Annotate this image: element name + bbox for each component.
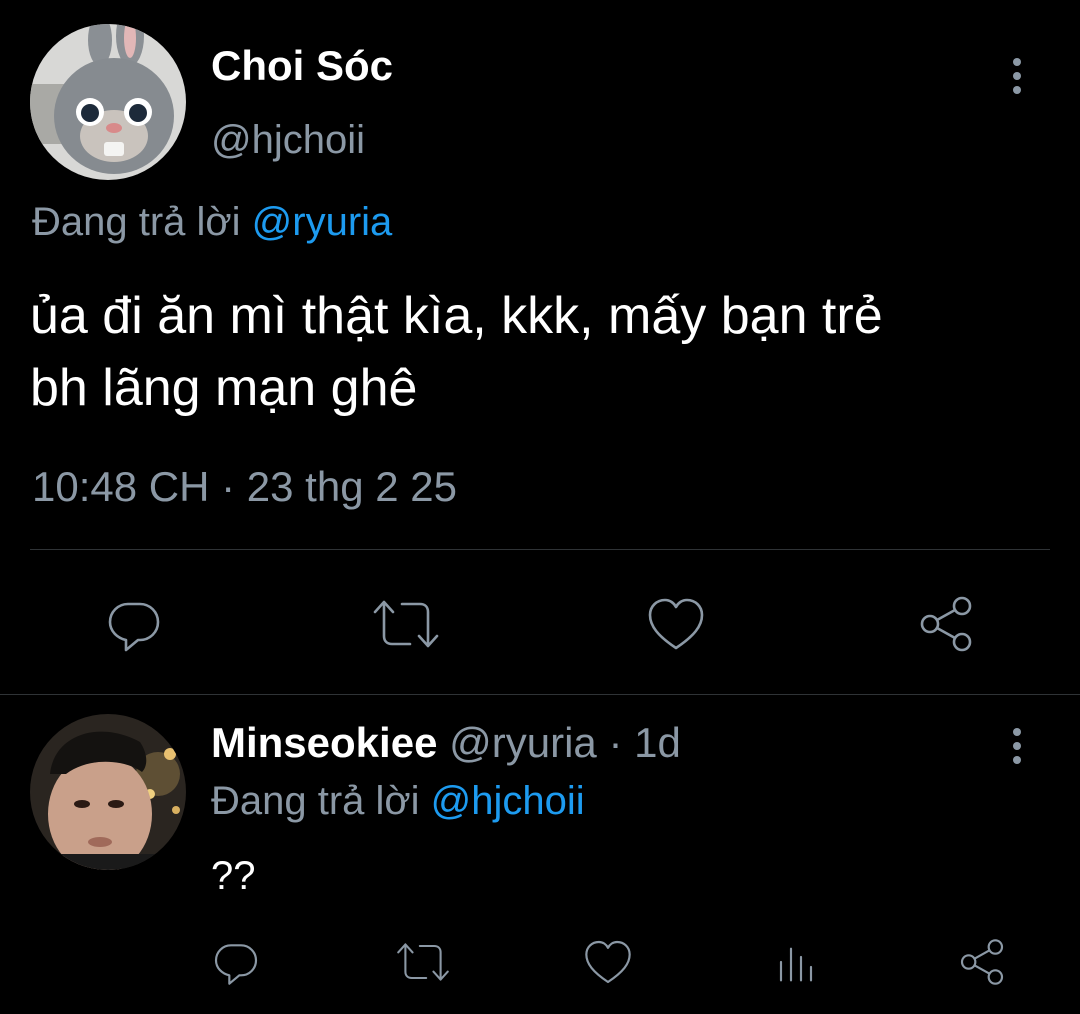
reply-tweet-header: Minseokiee @ryuria · 1d [211, 718, 681, 768]
main-tweet-handle[interactable]: @hjchoii [211, 116, 365, 164]
main-tweet-text-line2: bh lãng mạn ghê [30, 359, 418, 417]
like-icon [585, 940, 631, 984]
reply-tweet-text: ?? [211, 854, 256, 898]
reply-tweet-reply-button[interactable] [206, 934, 266, 990]
main-tweet-timestamp[interactable]: 10:48 CH · 23 thg 2 25 [32, 462, 457, 512]
reply-tweet-display-name[interactable]: Minseokiee [211, 719, 437, 766]
main-tweet-text-line1: ủa đi ăn mì thật kìa, kkk, mấy bạn trẻ [30, 287, 883, 345]
reply-tweet-more-icon[interactable] [1007, 728, 1027, 764]
like-button[interactable] [640, 590, 712, 658]
analytics-icon [779, 947, 813, 982]
reply-to-link[interactable]: @hjchoii [431, 779, 585, 823]
reply-tweet-like-button[interactable] [578, 934, 638, 990]
main-tweet-more-icon[interactable] [1007, 58, 1027, 94]
main-tweet-avatar[interactable] [30, 24, 186, 180]
main-tweet-reply-context: Đang trả lời @ryuria [32, 198, 392, 246]
reply-prefix: Đang trả lời [32, 200, 241, 244]
main-tweet-display-name[interactable]: Choi Sóc [211, 42, 393, 90]
reply-button[interactable] [98, 590, 170, 658]
retweet-button[interactable] [368, 590, 444, 658]
reply-tweet-share-button[interactable] [952, 934, 1012, 990]
reply-icon [214, 944, 258, 985]
share-button[interactable] [910, 590, 982, 658]
retweet-icon [397, 943, 449, 981]
reply-tweet-reply-context: Đang trả lời @hjchoii [211, 776, 585, 826]
reply-to-link[interactable]: @ryuria [252, 200, 393, 244]
reply-icon [108, 602, 160, 652]
reply-tweet-handle[interactable]: @ryuria [449, 719, 597, 766]
main-tweet-text: ủa đi ăn mì thật kìa, kkk, mấy bạn trẻ b… [30, 280, 883, 424]
person-photo-avatar-icon [30, 714, 186, 870]
main-tweet-divider [30, 549, 1050, 550]
bunny-mascot-avatar-icon [30, 24, 186, 180]
reply-tweet-age[interactable]: 1d [634, 719, 681, 766]
reply-tweet-separator: · [608, 719, 623, 766]
retweet-icon [373, 600, 439, 648]
reply-tweet-analytics-button[interactable] [766, 934, 826, 990]
timestamp-separator: · [221, 463, 236, 510]
share-icon [960, 939, 1004, 985]
reply-tweet-retweet-button[interactable] [390, 934, 456, 990]
thread-divider [0, 694, 1080, 695]
share-icon [920, 596, 972, 652]
like-icon [648, 598, 704, 650]
tweet-date: 23 thg 2 25 [246, 463, 457, 510]
reply-tweet-avatar[interactable] [30, 714, 186, 870]
reply-prefix: Đang trả lời [211, 779, 420, 823]
tweet-time: 10:48 CH [32, 463, 210, 510]
